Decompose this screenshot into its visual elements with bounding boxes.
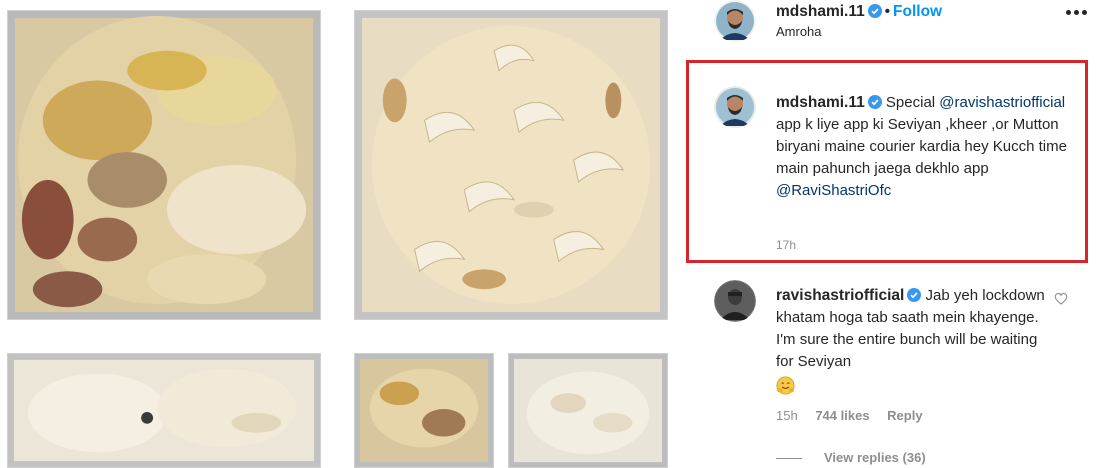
author-avatar[interactable] — [714, 0, 756, 42]
replies-divider-line — [776, 458, 802, 460]
verified-badge-icon — [867, 4, 882, 18]
comment-body: ravishastriofficial Jab yeh lockdown kha… — [776, 285, 1046, 402]
kheer-photo — [354, 10, 668, 320]
caption-body: app k liye app ki Seviyan ,kheer ,or Mut… — [776, 116, 1067, 177]
comment-meta: 15h 744 likes Reply — [776, 408, 937, 423]
more-options-icon[interactable] — [1066, 10, 1087, 16]
verified-badge-icon — [907, 288, 922, 302]
separator-dot: • — [884, 3, 891, 20]
mention-link[interactable]: @RaviShastriOfc — [776, 182, 891, 199]
post-sidebar: mdshami.11 • Follow Amroha mdshami.11 Spec… — [686, 0, 1096, 468]
commenter-avatar[interactable] — [714, 280, 756, 322]
caption-timestamp[interactable]: 17h — [776, 238, 796, 252]
follow-button[interactable]: Follow — [893, 3, 942, 20]
post-caption: mdshami.11 Special @ravishastriofficial … — [776, 92, 1072, 202]
mention-link[interactable]: @ravishastriofficial — [939, 94, 1065, 111]
comment-likes[interactable]: 744 likes — [815, 408, 869, 423]
post-media[interactable] — [0, 0, 690, 468]
view-replies-button[interactable]: View replies (36) — [776, 450, 926, 465]
caption-word: Special — [885, 94, 936, 111]
caption-author-avatar[interactable] — [714, 86, 756, 128]
post-header: mdshami.11 • Follow — [776, 3, 942, 21]
author-username[interactable]: mdshami.11 — [776, 3, 865, 20]
hugging-face-emoji-icon — [776, 376, 795, 395]
reply-button[interactable]: Reply — [887, 408, 922, 423]
like-comment-heart-icon[interactable] — [1054, 292, 1068, 305]
view-replies-label: View replies (36) — [824, 450, 926, 465]
verified-badge-icon — [867, 95, 882, 109]
biryani-box-photo — [354, 353, 494, 468]
comment-timestamp[interactable]: 15h — [776, 408, 798, 423]
post-location[interactable]: Amroha — [776, 24, 822, 39]
biryani-photo — [7, 10, 321, 320]
seviyan-photo — [7, 353, 321, 468]
commenter-username[interactable]: ravishastriofficial — [776, 287, 904, 304]
dessert-box-photo — [508, 353, 668, 468]
caption-username[interactable]: mdshami.11 — [776, 94, 865, 111]
